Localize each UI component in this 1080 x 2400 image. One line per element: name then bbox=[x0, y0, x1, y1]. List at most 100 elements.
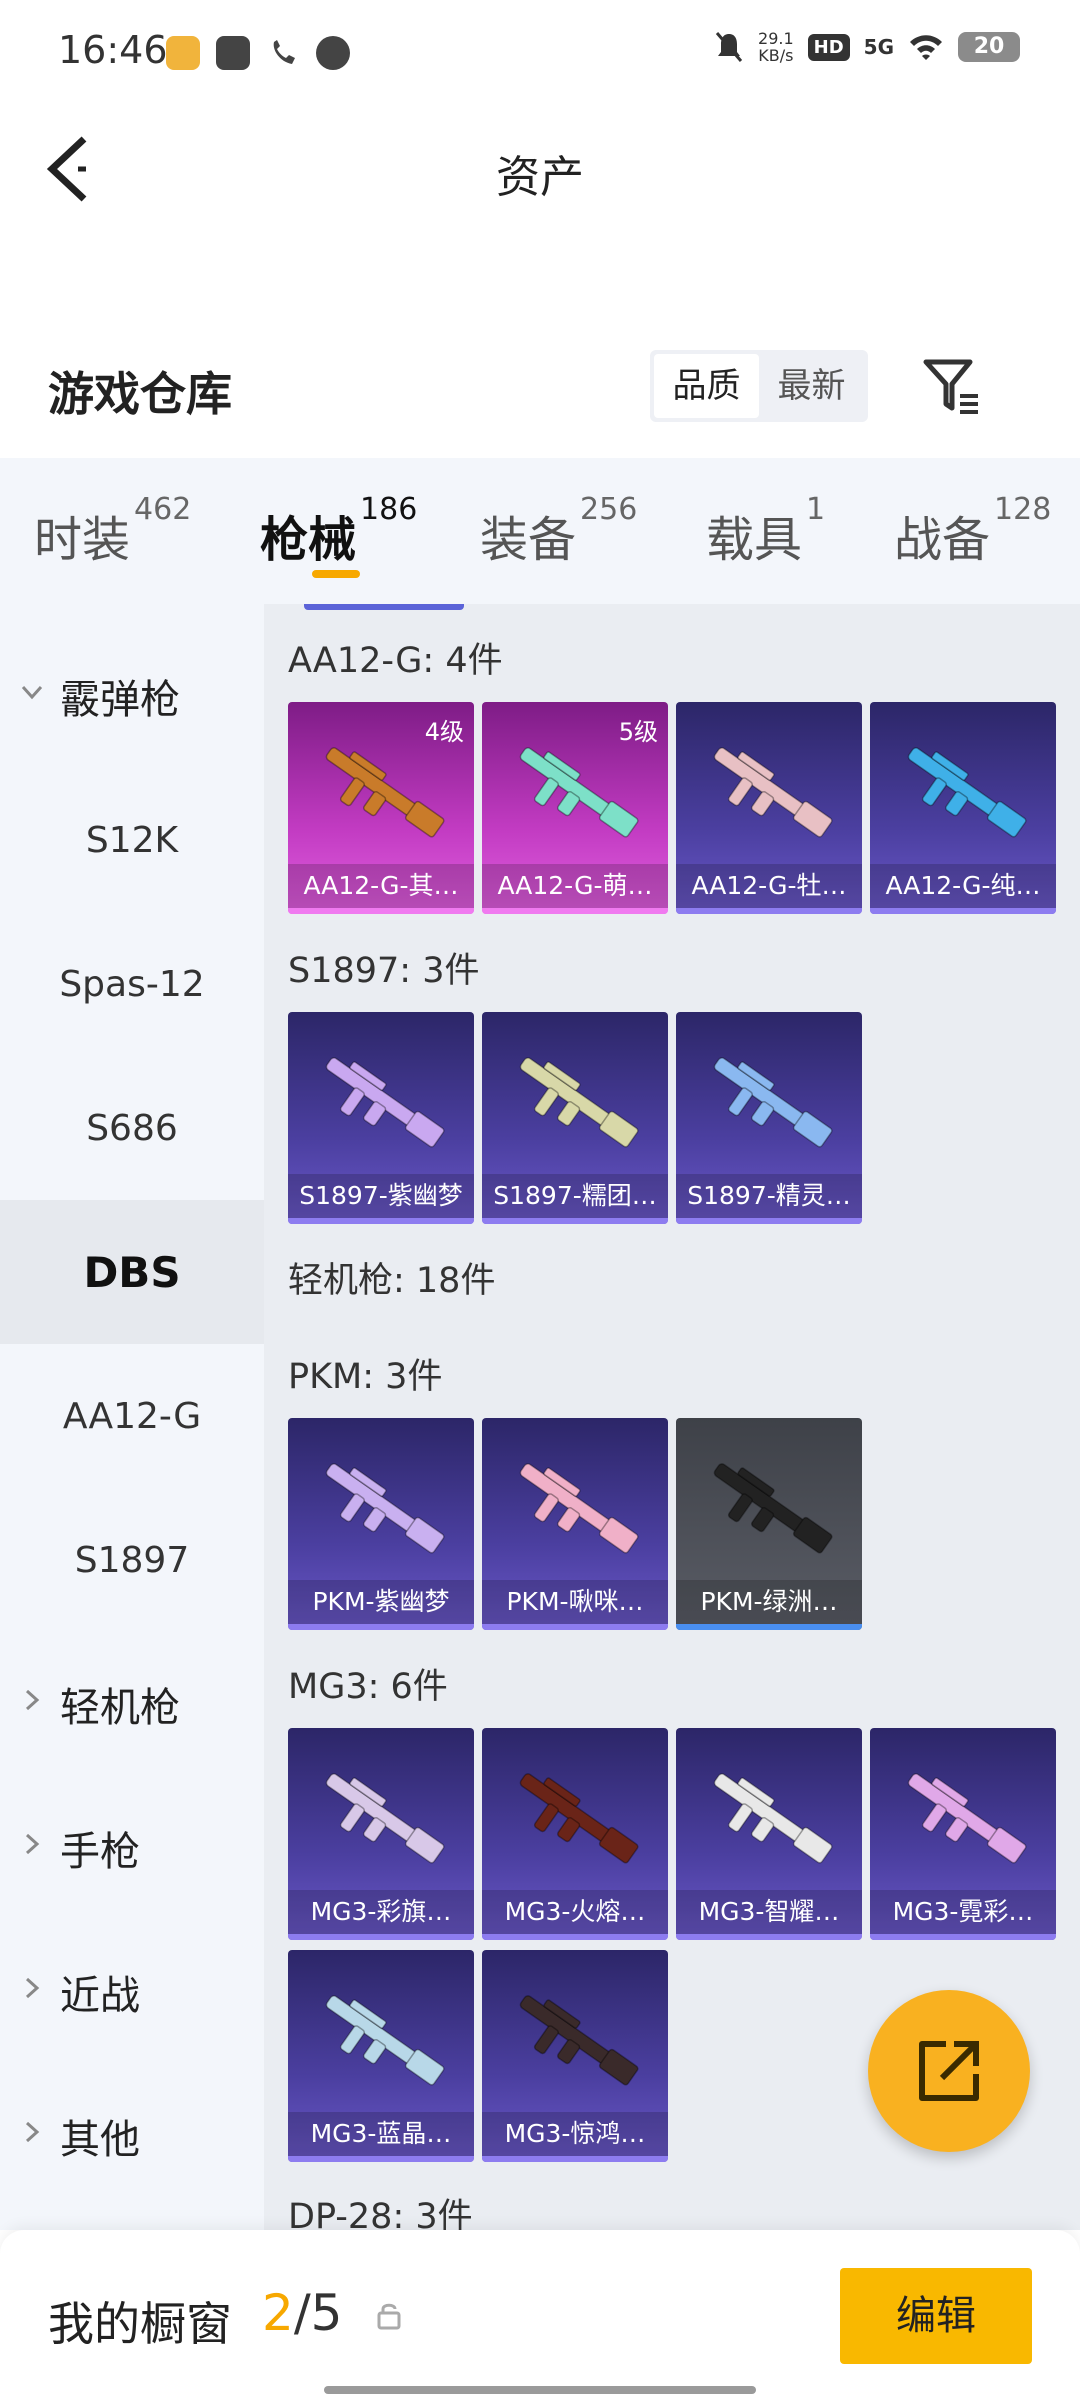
rarity-bar bbox=[482, 1934, 668, 1940]
sidebar-item-aa12g[interactable]: AA12-G bbox=[0, 1344, 264, 1488]
sidebar-item-lmg[interactable]: 轻机枪 bbox=[0, 1632, 264, 1776]
weapon-skin-icon bbox=[519, 1773, 639, 1864]
scroll-edge-card bbox=[304, 604, 464, 610]
weapon-skin-icon bbox=[325, 1995, 445, 2086]
filter-icon bbox=[923, 359, 978, 414]
section-title: AA12-G: 4件 bbox=[288, 641, 503, 681]
sidebar-item-label: 手枪 bbox=[60, 1829, 140, 1875]
skin-card[interactable]: MG3-火熔… bbox=[482, 1728, 668, 1940]
sort-option-newest[interactable]: 最新 bbox=[759, 354, 864, 418]
rarity-bar bbox=[288, 1624, 474, 1630]
sidebar-item-label: S1897 bbox=[74, 1539, 190, 1581]
weapon-skin-icon bbox=[519, 1057, 639, 1148]
sidebar-item-s686[interactable]: S686 bbox=[0, 1056, 264, 1200]
sort-option-quality[interactable]: 品质 bbox=[654, 354, 759, 418]
rarity-bar bbox=[676, 1218, 862, 1224]
section-title: MG3: 6件 bbox=[288, 1667, 448, 1707]
skin-name: MG3-彩旗… bbox=[288, 1890, 474, 1934]
weapon-skin-icon bbox=[907, 747, 1027, 838]
sidebar-item-melee[interactable]: 近战 bbox=[0, 1920, 264, 2064]
tab-combat-gear[interactable]: 战备128 bbox=[894, 492, 1051, 570]
sidebar-item-label: AA12-G bbox=[62, 1395, 202, 1437]
rarity-bar bbox=[676, 1934, 862, 1940]
signal-5g: 5G bbox=[863, 35, 894, 59]
filter-button[interactable] bbox=[920, 354, 984, 418]
home-indicator[interactable] bbox=[324, 2386, 756, 2394]
sidebar-item-dbs[interactable]: DBS bbox=[0, 1200, 264, 1344]
weapon-skin-icon bbox=[325, 1773, 445, 1864]
weapon-skin-icon bbox=[519, 1995, 639, 2086]
weapon-skin-icon bbox=[325, 1463, 445, 1554]
sidebar-item-label: S12K bbox=[85, 819, 179, 861]
skin-card[interactable]: MG3-彩旗… bbox=[288, 1728, 474, 1940]
skin-card[interactable]: 5级 AA12-G-萌… bbox=[482, 702, 668, 914]
skin-card[interactable]: S1897-糯团… bbox=[482, 1012, 668, 1224]
sidebar-item-label: 近战 bbox=[60, 1973, 140, 2019]
skin-card[interactable]: S1897-紫幽梦 bbox=[288, 1012, 474, 1224]
page-title: 资产 bbox=[496, 152, 584, 203]
net-speed-value: 29.1 bbox=[758, 29, 794, 48]
skin-card[interactable]: MG3-惊鸿… bbox=[482, 1950, 668, 2162]
weapon-skin-icon bbox=[325, 1057, 445, 1148]
rarity-bar bbox=[482, 908, 668, 914]
hd-badge: HD bbox=[807, 33, 850, 61]
status-time: 16:46 bbox=[58, 28, 168, 72]
tab-label: 载具 bbox=[706, 512, 803, 568]
skin-name: PKM-啾咪… bbox=[482, 1580, 668, 1624]
section-title: 轻机枪: 18件 bbox=[288, 1261, 496, 1301]
sidebar-item-label: 霰弹枪 bbox=[60, 677, 180, 723]
sidebar-item-pistol[interactable]: 手枪 bbox=[0, 1776, 264, 1920]
skin-card[interactable]: PKM-紫幽梦 bbox=[288, 1418, 474, 1630]
skin-card[interactable]: MG3-蓝晶… bbox=[288, 1950, 474, 2162]
tab-fashion[interactable]: 时装462 bbox=[34, 492, 191, 570]
skin-card[interactable]: PKM-啾咪… bbox=[482, 1418, 668, 1630]
sidebar-item-spas12[interactable]: Spas-12 bbox=[0, 912, 264, 1056]
section-title: PKM: 3件 bbox=[288, 1357, 443, 1397]
sidebar-item-shotgun[interactable]: 霰弹枪 bbox=[0, 624, 264, 768]
tab-vehicles[interactable]: 载具1 bbox=[706, 492, 825, 570]
skin-card[interactable]: AA12-G-牡… bbox=[676, 702, 862, 914]
weapon-skin-icon bbox=[907, 1773, 1027, 1864]
skin-name: S1897-糯团… bbox=[482, 1174, 668, 1218]
net-speed-unit: KB/s bbox=[758, 46, 794, 65]
chat-icon bbox=[316, 36, 350, 70]
tab-count: 128 bbox=[994, 492, 1052, 527]
sidebar-item-s12k[interactable]: S12K bbox=[0, 768, 264, 912]
mail-icon bbox=[216, 36, 250, 70]
section-title: S1897: 3件 bbox=[288, 951, 480, 991]
tab-equipment[interactable]: 装备256 bbox=[480, 492, 637, 570]
level-badge: 4级 bbox=[424, 718, 464, 746]
battery-indicator: 20 bbox=[958, 32, 1020, 62]
skin-card[interactable]: S1897-精灵… bbox=[676, 1012, 862, 1224]
rarity-bar bbox=[482, 2156, 668, 2162]
chevron-right-icon bbox=[25, 1977, 40, 1999]
sidebar-item-s1897[interactable]: S1897 bbox=[0, 1488, 264, 1632]
tab-label: 时装 bbox=[34, 512, 131, 568]
edit-button[interactable]: 编辑 bbox=[840, 2268, 1032, 2364]
tab-label: 装备 bbox=[480, 512, 577, 568]
tab-count: 256 bbox=[580, 492, 638, 527]
skin-name: MG3-惊鸿… bbox=[482, 2112, 668, 2156]
skin-grid-area[interactable]: AA12-G: 4件 4级 AA12-G-其… 5级 AA12-G-萌… AA12-… bbox=[264, 604, 1080, 2230]
skin-card[interactable]: AA12-G-纯… bbox=[870, 702, 1056, 914]
tab-firearms[interactable]: 枪械186 bbox=[260, 492, 417, 570]
skin-card[interactable]: MG3-霓彩… bbox=[870, 1728, 1056, 1940]
skin-name: MG3-火熔… bbox=[482, 1890, 668, 1934]
net-speed: 29.1 KB/s bbox=[758, 30, 794, 64]
sidebar-item-label: 轻机枪 bbox=[60, 1685, 180, 1731]
chevron-right-icon bbox=[25, 1833, 40, 1855]
rarity-bar bbox=[288, 2156, 474, 2162]
skin-card[interactable]: PKM-绿洲… bbox=[676, 1418, 862, 1630]
sort-toggle: 品质 最新 bbox=[650, 350, 868, 422]
rarity-bar bbox=[870, 1934, 1056, 1940]
skin-card[interactable]: MG3-智耀… bbox=[676, 1728, 862, 1940]
skin-card[interactable]: 4级 AA12-G-其… bbox=[288, 702, 474, 914]
skin-name: AA12-G-牡… bbox=[676, 864, 862, 908]
share-fab-button[interactable] bbox=[868, 1990, 1030, 2152]
tab-count: 462 bbox=[134, 492, 192, 527]
wifi-icon bbox=[910, 35, 942, 60]
status-bar: 16:46 29.1 KB/s HD 5G 20 bbox=[0, 0, 1080, 105]
notification-icons bbox=[166, 36, 350, 70]
skin-name: MG3-智耀… bbox=[676, 1890, 862, 1934]
sidebar-item-other[interactable]: 其他 bbox=[0, 2064, 264, 2208]
